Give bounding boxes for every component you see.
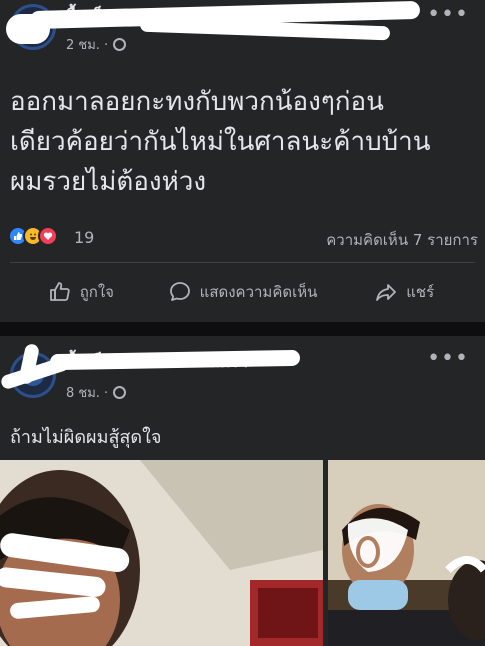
divider [10, 262, 475, 263]
post-text: ออกมาลอยกะทงกับพวกน้องๆก่อน เดียวค้อยว่า… [10, 82, 431, 202]
globe-icon [113, 38, 127, 51]
globe-icon [113, 386, 127, 399]
post-stats: 19 ความคิดเห็น 7 รายการ [8, 226, 478, 250]
post-actions: ถูกใจ แสดงความคิดเห็น แชร์ [0, 270, 485, 314]
love-reaction-icon [38, 226, 58, 246]
photo-grid [0, 460, 485, 646]
comment-icon [169, 282, 190, 301]
more-icon[interactable]: ••• [427, 2, 469, 27]
post-text-line: ผมรวยไม่ต้องห่วง [10, 167, 207, 197]
post-card: ลื้พเซ็บอภ อย่านอกว่าเศร้า 2 ชม. · ••• อ… [0, 0, 485, 322]
post-card: ลื้พเซ็บอภ อย่านอกว่าเศร้า 8 ชม. · ••• ถ… [0, 336, 485, 646]
comment-count[interactable]: ความคิดเห็น 7 รายการ [326, 228, 478, 252]
comment-button[interactable]: แสดงความคิดเห็น [162, 270, 324, 314]
post-meta: 2 ชม. · [66, 34, 127, 55]
post-text-line: เดียวค้อยว่ากันไหม่ในศาลนะค้าบบ้าน [10, 127, 431, 157]
post-time[interactable]: 2 ชม. · [66, 34, 108, 55]
redaction-mark [49, 349, 301, 371]
share-label: แชร์ [406, 283, 435, 301]
share-button[interactable]: แชร์ [323, 270, 485, 314]
photo[interactable] [328, 460, 485, 646]
share-icon [376, 284, 397, 301]
post-text: ถ้ามไม่ผิดผมสู้สุดใจ [10, 427, 162, 448]
like-button[interactable]: ถูกใจ [0, 270, 162, 314]
post-text-line: ออกมาลอยกะทงกับพวกน้องๆก่อน [10, 87, 384, 117]
like-label: ถูกใจ [79, 283, 114, 301]
reaction-count[interactable]: 19 [74, 228, 94, 247]
more-icon[interactable]: ••• [427, 346, 469, 371]
post-time[interactable]: 8 ชม. · [66, 382, 108, 403]
like-icon [49, 282, 70, 301]
reaction-icons[interactable] [8, 226, 58, 246]
photo[interactable] [0, 460, 323, 646]
comment-label: แสดงความคิดเห็น [199, 283, 318, 301]
post-meta: 8 ชม. · [66, 382, 127, 403]
